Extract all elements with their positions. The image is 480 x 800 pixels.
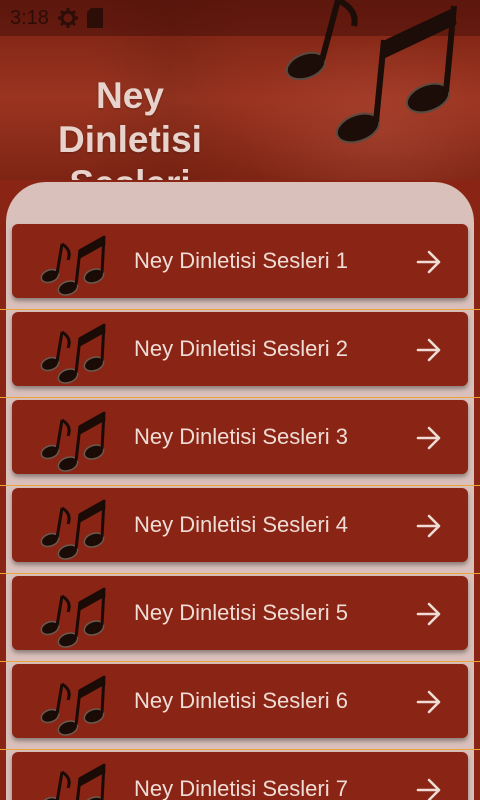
list-item-label: Ney Dinletisi Sesleri 3 [134, 424, 348, 449]
list-item-2[interactable]: Ney Dinletisi Sesleri 2 [12, 312, 468, 386]
settings-icon [57, 7, 79, 29]
arrow-right-icon [416, 250, 441, 274]
list-item-3[interactable]: Ney Dinletisi Sesleri 3 [12, 400, 468, 474]
arrow-right-icon [416, 778, 441, 800]
list-item-label: Ney Dinletisi Sesleri 4 [134, 512, 348, 537]
arrow-right-icon [416, 514, 441, 538]
list-item-label: Ney Dinletisi Sesleri 2 [134, 336, 348, 361]
arrow-right-icon [416, 690, 441, 714]
list-item-7[interactable]: Ney Dinletisi Sesleri 7 [12, 752, 468, 800]
list-item-5[interactable]: Ney Dinletisi Sesleri 5 [12, 576, 468, 650]
arrow-right-icon [416, 338, 441, 362]
music-note-icon [40, 763, 106, 800]
app-header: 3:18 Ney Dinletisi Sesleri [0, 0, 480, 180]
status-time: 3:18 [10, 6, 49, 29]
page-title: Ney Dinletisi Sesleri [58, 75, 202, 180]
list-item-label: Ney Dinletisi Sesleri 1 [134, 248, 348, 273]
music-note-icon [40, 411, 106, 472]
music-note-icon [40, 499, 106, 560]
list-row: Ney Dinletisi Sesleri 5 [0, 574, 480, 662]
list-row: Ney Dinletisi Sesleri 1 [0, 222, 480, 310]
list-row: Ney Dinletisi Sesleri 6 [0, 662, 480, 750]
list-row: Ney Dinletisi Sesleri 3 [0, 398, 480, 486]
arrow-right-icon [416, 426, 441, 450]
music-note-icon [40, 675, 106, 736]
list-item-4[interactable]: Ney Dinletisi Sesleri 4 [12, 488, 468, 562]
music-note-icon [40, 323, 106, 384]
list-row: Ney Dinletisi Sesleri 4 [0, 486, 480, 574]
music-note-icon [40, 587, 106, 648]
list-row: Ney Dinletisi Sesleri 2 [0, 310, 480, 398]
arrow-right-icon [416, 602, 441, 626]
list-item-label: Ney Dinletisi Sesleri 7 [134, 776, 348, 800]
list-item-label: Ney Dinletisi Sesleri 5 [134, 600, 348, 625]
list-row: Ney Dinletisi Sesleri 7 [0, 750, 480, 800]
list-item-label: Ney Dinletisi Sesleri 6 [134, 688, 348, 713]
list-item-6[interactable]: Ney Dinletisi Sesleri 6 [12, 664, 468, 738]
sound-list: Ney Dinletisi Sesleri 1 Ney Dinletisi Se… [0, 222, 480, 800]
music-notes-icon [285, 0, 457, 144]
sd-card-icon [86, 8, 103, 28]
list-item-1[interactable]: Ney Dinletisi Sesleri 1 [12, 224, 468, 298]
music-note-icon [40, 235, 106, 296]
